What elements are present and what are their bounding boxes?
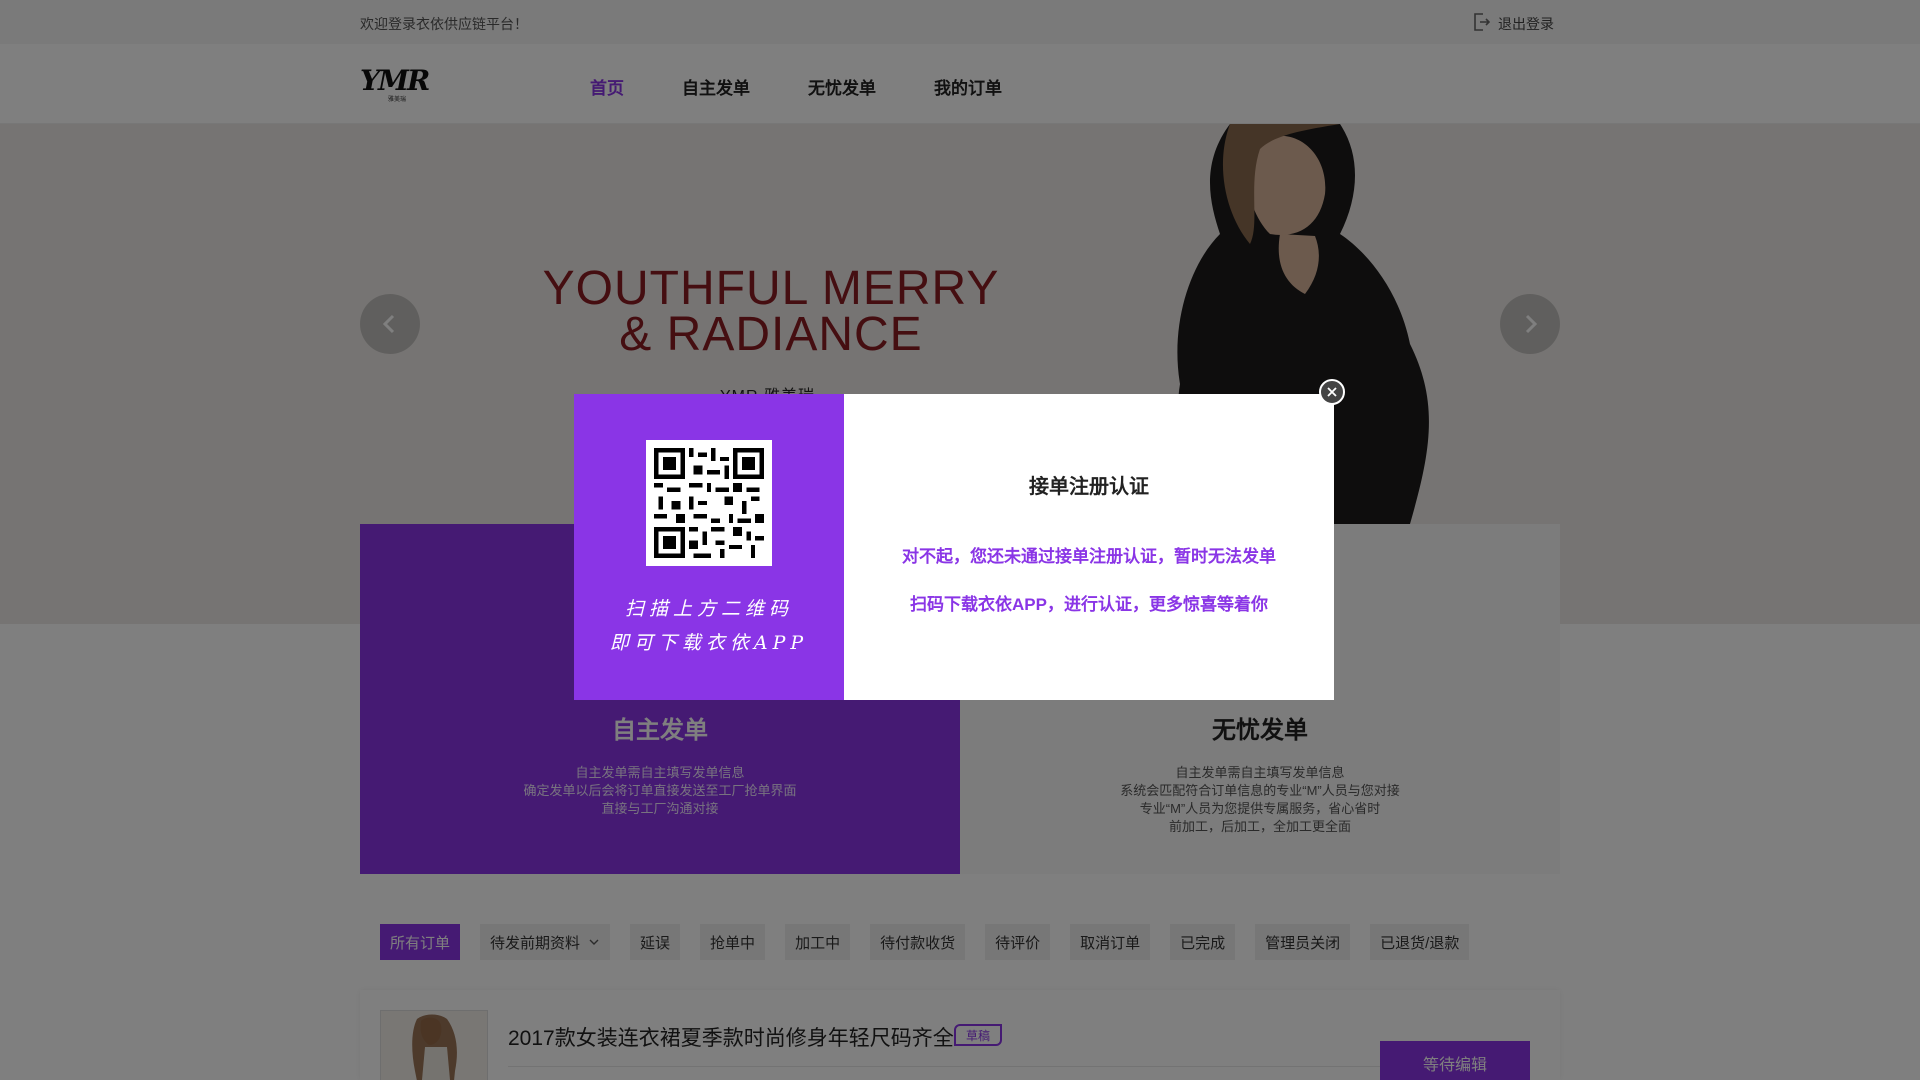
qr-code [646,440,772,566]
qr-panel: 扫描上方二维码 即可下载衣依APP [574,394,844,700]
close-icon [1327,387,1337,397]
qr-caption-line: 扫描上方二维码 [624,598,793,620]
modal-message-2: 扫码下载衣依APP，进行认证，更多惊喜等着你 [910,595,1268,614]
qr-code-icon [654,448,764,558]
registration-modal: 扫描上方二维码 即可下载衣依APP 接单注册认证 对不起，您还未通过接单注册认证… [574,394,1334,700]
qr-caption: 扫描上方二维码 即可下载衣依APP [574,592,844,660]
qr-caption-line: 即可下载衣依APP [609,632,809,654]
modal-close-button[interactable] [1319,379,1345,405]
modal-title: 接单注册认证 [1029,476,1149,498]
modal-message-1: 对不起，您还未通过接单注册认证，暂时无法发单 [902,547,1276,566]
message-panel: 接单注册认证 对不起，您还未通过接单注册认证，暂时无法发单 扫码下载衣依APP，… [844,394,1334,700]
